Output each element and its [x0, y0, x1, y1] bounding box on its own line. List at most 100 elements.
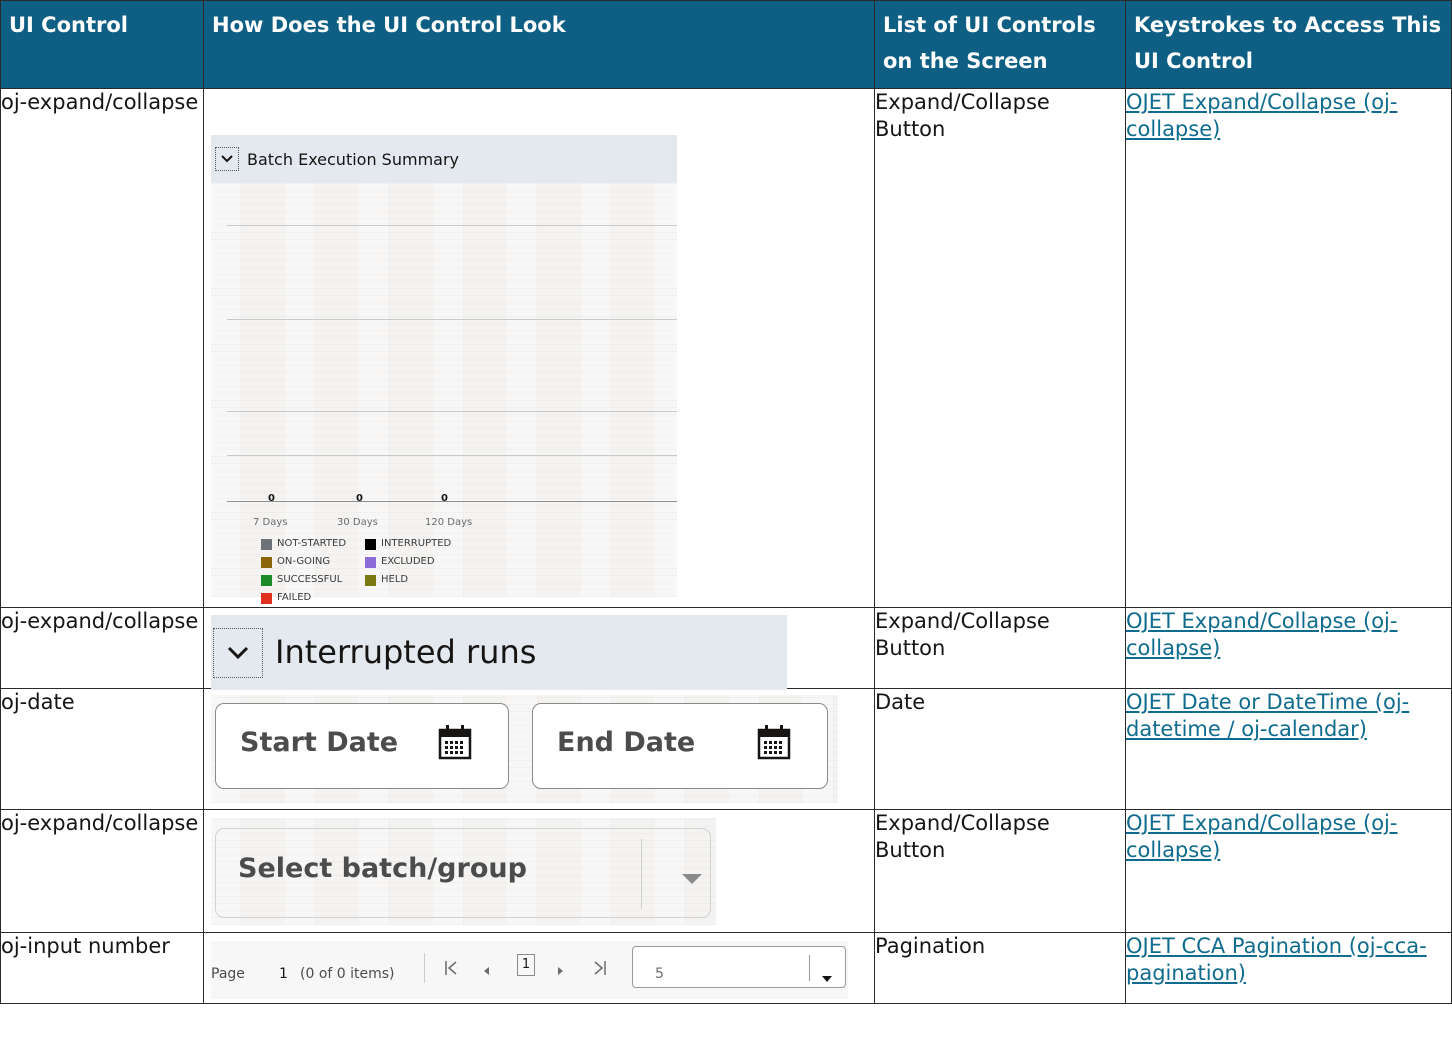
keystrokes-cell: OJET CCA Pagination (oj-cca-pagination) — [1125, 932, 1452, 1004]
end-date-field: End Date — [532, 703, 828, 789]
table-row: oj-expand/collapse Batch Execution Summa… — [0, 88, 1452, 608]
previous-page-icon — [481, 961, 491, 988]
end-date-label: End Date — [557, 727, 696, 758]
batch-summary-title: Batch Execution Summary — [247, 149, 459, 169]
controls-list-cell: Expand/Collapse Button — [874, 607, 1126, 689]
value-120-days: 0 — [441, 493, 448, 504]
control-look-cell: Page 1 (0 of 0 items) 1 5 — [203, 932, 875, 1004]
pagination-divider — [424, 953, 425, 983]
control-look-cell: Start Date End Date — [203, 688, 875, 810]
control-name-cell: oj-input number — [0, 932, 204, 1004]
keystrokes-cell: OJET Date or DateTime (oj-datetime / oj-… — [1125, 688, 1452, 810]
legend-swatch — [261, 538, 272, 550]
legend-label: ON-GOING — [277, 556, 331, 567]
control-name-cell: oj-date — [0, 688, 204, 810]
value-30-days: 0 — [356, 493, 363, 504]
interrupted-runs-screenshot: Interrupted runs — [211, 615, 787, 690]
gridline — [227, 455, 677, 456]
keystrokes-link[interactable]: OJET Expand/Collapse (oj-collapse) — [1126, 609, 1397, 660]
legend-label: INTERRUPTED — [381, 538, 452, 549]
legend-interrupted: INTERRUPTED — [365, 535, 451, 553]
select-batch-placeholder: Select batch/group — [238, 853, 527, 884]
controls-list-cell: Pagination — [874, 932, 1126, 1004]
batch-summary-header: Batch Execution Summary — [211, 135, 677, 183]
control-name-cell: oj-expand/collapse — [0, 809, 204, 933]
table-header-row: UI Control How Does the UI Control Look … — [0, 0, 1452, 89]
chart-axis — [227, 501, 677, 502]
keystrokes-cell: OJET Expand/Collapse (oj-collapse) — [1125, 809, 1452, 933]
legend-not-started: NOT-STARTED — [261, 535, 346, 553]
page-size-value: 5 — [655, 966, 664, 982]
keystrokes-link[interactable]: OJET CCA Pagination (oj-cca-pagination) — [1126, 934, 1427, 985]
batch-summary-screenshot: Batch Execution Summary 0 0 0 7 Days 30 … — [211, 135, 677, 604]
batch-summary-chart: 0 0 0 7 Days 30 Days 120 Days NOT-STARTE… — [211, 183, 677, 604]
chevron-down-icon — [213, 627, 263, 678]
legend-label: SUCCESSFUL — [277, 574, 343, 585]
table-row: oj-input number Page 1 (0 of 0 items) 1 — [0, 932, 1452, 1004]
table-row: oj-expand/collapse Select batch/group Ex… — [0, 809, 1452, 933]
legend-swatch — [365, 556, 376, 568]
table-row: oj-date Start Date End Date Date OJET Da… — [0, 688, 1452, 810]
legend-swatch — [261, 574, 272, 586]
legend-swatch — [261, 592, 272, 604]
header-keystrokes: Keystrokes to Access This UI Control — [1125, 0, 1452, 89]
controls-list-cell: Expand/Collapse Button — [874, 809, 1126, 933]
legend-label: NOT-STARTED — [277, 538, 347, 549]
control-name-cell: oj-expand/collapse — [0, 607, 204, 689]
gridline — [227, 319, 677, 320]
legend-label: HELD — [381, 574, 409, 585]
keystrokes-cell: OJET Expand/Collapse (oj-collapse) — [1125, 88, 1452, 608]
legend-on-going: ON-GOING — [261, 553, 330, 571]
page-label: Page — [211, 966, 245, 982]
date-inputs-screenshot: Start Date End Date — [211, 695, 838, 803]
select-divider — [809, 955, 810, 981]
legend-excluded: EXCLUDED — [365, 553, 435, 571]
keystrokes-link[interactable]: OJET Expand/Collapse (oj-collapse) — [1126, 90, 1397, 141]
interrupted-runs-title: Interrupted runs — [275, 633, 537, 671]
legend-label: EXCLUDED — [381, 556, 435, 567]
table-row: oj-expand/collapse Interrupted runs Expa… — [0, 607, 1452, 690]
calendar-icon — [438, 724, 472, 767]
legend-swatch — [261, 556, 272, 568]
period-30-days: 30 Days — [337, 517, 378, 528]
controls-list-cell: Expand/Collapse Button — [874, 88, 1126, 608]
next-page-icon — [556, 961, 566, 988]
control-look-cell: Select batch/group — [203, 809, 875, 933]
header-ui-control: UI Control — [0, 0, 204, 89]
caret-down-icon — [681, 865, 703, 892]
page-input-value: 1 — [279, 966, 288, 982]
first-page-icon — [444, 959, 458, 987]
legend-failed: FAILED — [261, 589, 311, 607]
start-date-field: Start Date — [215, 703, 509, 789]
header-controls-list: List of UI Controls on the Screen — [874, 0, 1126, 89]
keystrokes-link[interactable]: OJET Date or DateTime (oj-datetime / oj-… — [1126, 690, 1409, 741]
select-batch-dropdown: Select batch/group — [215, 828, 711, 918]
period-120-days: 120 Days — [425, 517, 473, 528]
keystrokes-cell: OJET Expand/Collapse (oj-collapse) — [1125, 607, 1452, 689]
control-look-cell: Batch Execution Summary 0 0 0 7 Days 30 … — [203, 88, 875, 608]
current-page-box: 1 — [517, 954, 535, 976]
calendar-icon — [757, 724, 791, 767]
start-date-label: Start Date — [240, 727, 399, 758]
legend-successful: SUCCESSFUL — [261, 571, 342, 589]
select-batch-screenshot: Select batch/group — [211, 818, 716, 925]
chevron-down-icon — [215, 147, 239, 171]
control-name-cell: oj-expand/collapse — [0, 88, 204, 608]
value-7-days: 0 — [268, 493, 275, 504]
last-page-icon — [593, 959, 607, 987]
legend-label: FAILED — [277, 592, 312, 603]
header-how-it-looks: How Does the UI Control Look — [203, 0, 875, 89]
period-7-days: 7 Days — [253, 517, 288, 528]
items-count: (0 of 0 items) — [300, 966, 395, 982]
gridline — [227, 225, 677, 226]
page-size-select: 5 — [632, 946, 846, 988]
pagination-screenshot: Page 1 (0 of 0 items) 1 5 — [211, 941, 848, 999]
legend-swatch — [365, 538, 376, 550]
control-look-cell: Interrupted runs — [203, 607, 875, 690]
dropdown-divider — [641, 839, 642, 909]
caret-down-icon — [821, 963, 833, 990]
legend-swatch — [365, 574, 376, 586]
controls-list-cell: Date — [874, 688, 1126, 810]
ui-controls-table: UI Control How Does the UI Control Look … — [0, 0, 1452, 1004]
keystrokes-link[interactable]: OJET Expand/Collapse (oj-collapse) — [1126, 811, 1397, 862]
